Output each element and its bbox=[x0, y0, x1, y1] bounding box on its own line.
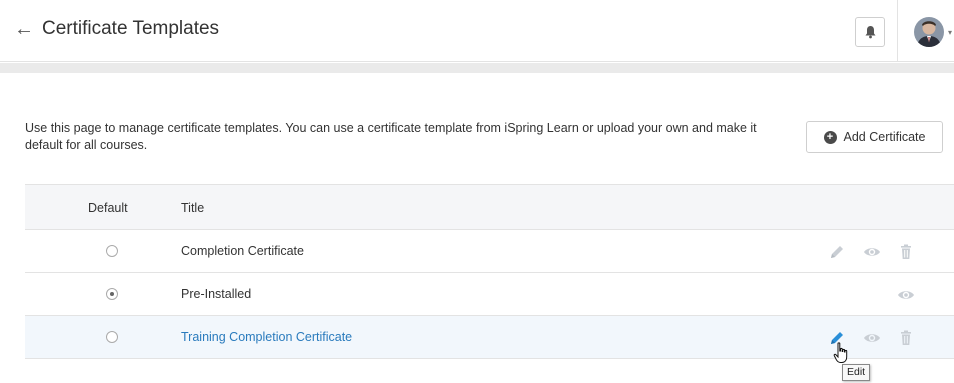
column-header-title: Title bbox=[181, 201, 205, 215]
back-arrow-icon[interactable]: ← bbox=[14, 19, 34, 39]
main-content: Use this page to manage certificate temp… bbox=[25, 73, 954, 383]
certificate-title: Completion Certificate bbox=[181, 244, 304, 258]
eye-icon[interactable] bbox=[897, 286, 915, 304]
header-band bbox=[0, 63, 954, 73]
avatar-caret-icon[interactable]: ▾ bbox=[948, 28, 954, 37]
table-row[interactable]: Completion Certificate bbox=[25, 230, 954, 273]
default-radio[interactable] bbox=[106, 331, 118, 343]
table-row[interactable]: Pre-Installed bbox=[25, 273, 954, 316]
table-header: Default Title bbox=[25, 184, 954, 230]
add-certificate-button[interactable]: + Add Certificate bbox=[806, 121, 943, 153]
eye-icon[interactable] bbox=[863, 243, 881, 261]
table-row[interactable]: Training Completion Certificate bbox=[25, 316, 954, 359]
page-title: Certificate Templates bbox=[42, 18, 220, 39]
edit-tooltip: Edit bbox=[842, 364, 871, 381]
page-description: Use this page to manage certificate temp… bbox=[25, 121, 757, 152]
trash-icon[interactable] bbox=[897, 329, 915, 347]
plus-circle-icon: + bbox=[823, 130, 837, 144]
pencil-icon[interactable] bbox=[828, 243, 846, 261]
hand-pointer-icon bbox=[833, 342, 848, 363]
column-header-default: Default bbox=[88, 201, 128, 215]
header-divider bbox=[897, 0, 898, 62]
certificate-title: Pre-Installed bbox=[181, 287, 252, 301]
trash-icon[interactable] bbox=[897, 243, 915, 261]
bell-icon bbox=[865, 26, 876, 39]
eye-icon[interactable] bbox=[863, 329, 881, 347]
default-radio-selected[interactable] bbox=[106, 288, 118, 300]
user-avatar[interactable] bbox=[914, 17, 944, 47]
top-bar: ← Certificate Templates ▾ bbox=[0, 0, 954, 62]
notifications-button[interactable] bbox=[855, 17, 885, 47]
certificate-title-link[interactable]: Training Completion Certificate bbox=[181, 330, 352, 344]
default-radio[interactable] bbox=[106, 245, 118, 257]
certificates-table: Default Title Completion Certificate Pre… bbox=[25, 184, 954, 359]
add-certificate-label: Add Certificate bbox=[843, 130, 926, 144]
